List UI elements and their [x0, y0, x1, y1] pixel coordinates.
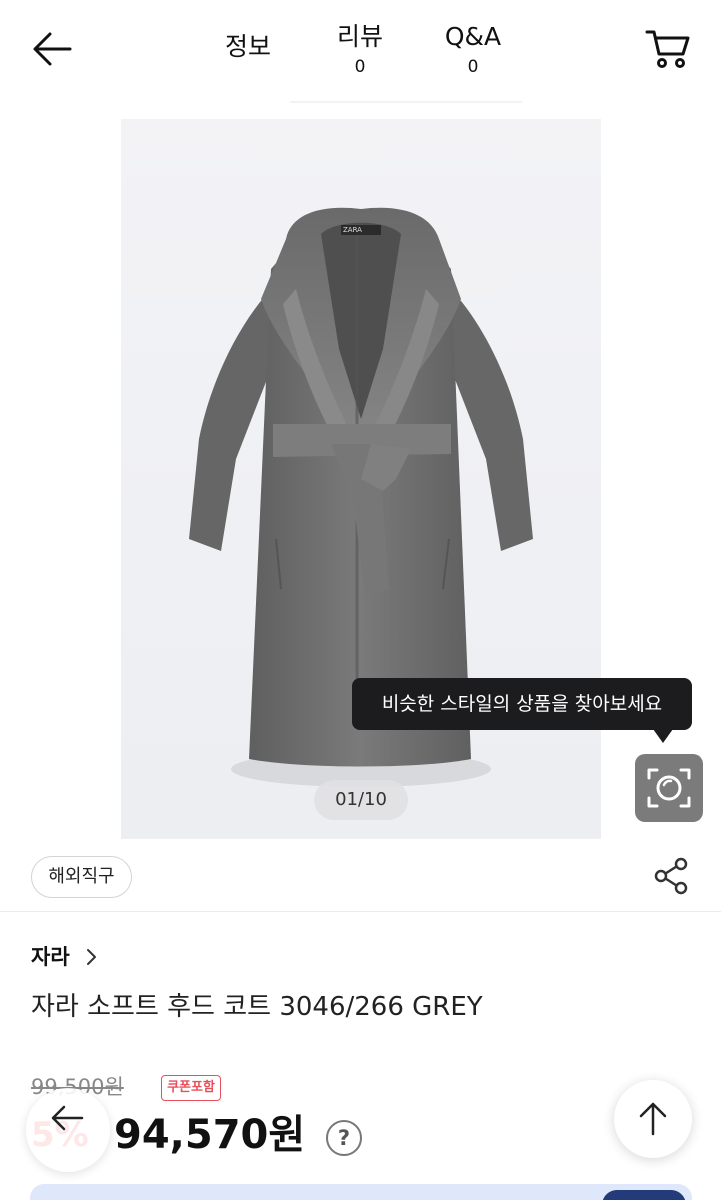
tab-qna[interactable]: Q&A 0 [430, 22, 516, 78]
tab-info[interactable]: 정보 [210, 32, 286, 62]
coupon-badge: 쿠폰포함 [161, 1075, 221, 1101]
scroll-top-button[interactable] [614, 1080, 692, 1158]
tooltip-arrow [653, 729, 673, 743]
sale-price: 94,570원 [114, 1112, 306, 1158]
tab-review-label: 리뷰 [336, 22, 383, 51]
tab-qna-label: Q&A [444, 22, 502, 51]
cart-icon [645, 30, 690, 68]
product-title: 자라 소프트 후드 코트 3046/266 GREY [31, 992, 483, 1022]
lens-search-icon [647, 768, 691, 808]
tab-review[interactable]: 리뷰 0 [322, 22, 398, 78]
arrow-left-icon [51, 1105, 84, 1131]
tab-qna-count: 0 [467, 57, 479, 77]
arrow-up-icon [639, 1102, 667, 1136]
similar-style-tooltip[interactable]: 비슷한 스타일의 상품을 찾아보세요 [352, 678, 692, 730]
share-icon [654, 857, 688, 895]
image-brand-label: ZARA [343, 226, 362, 234]
section-divider [0, 911, 721, 912]
top-header: 정보 리뷰 0 Q&A 0 [0, 0, 721, 104]
bottom-banner[interactable] [30, 1184, 692, 1200]
cart-button[interactable] [644, 26, 692, 72]
overseas-badge: 해외직구 [31, 856, 132, 898]
tab-review-count: 0 [354, 57, 366, 77]
back-button[interactable] [30, 26, 76, 72]
product-image[interactable]: ZARA [121, 119, 601, 839]
lens-search-button[interactable] [635, 754, 703, 822]
image-counter: 01/10 [314, 780, 408, 820]
chevron-right-icon[interactable] [84, 946, 100, 968]
tab-info-label: 정보 [224, 32, 271, 61]
floating-back-button[interactable] [26, 1088, 110, 1172]
tab-underline [290, 101, 522, 103]
bottom-banner-pill[interactable] [602, 1190, 686, 1200]
arrow-left-icon [33, 32, 72, 66]
brand-link[interactable]: 자라 [31, 942, 70, 972]
share-button[interactable] [652, 856, 692, 896]
price-help-icon[interactable]: ? [326, 1120, 362, 1156]
